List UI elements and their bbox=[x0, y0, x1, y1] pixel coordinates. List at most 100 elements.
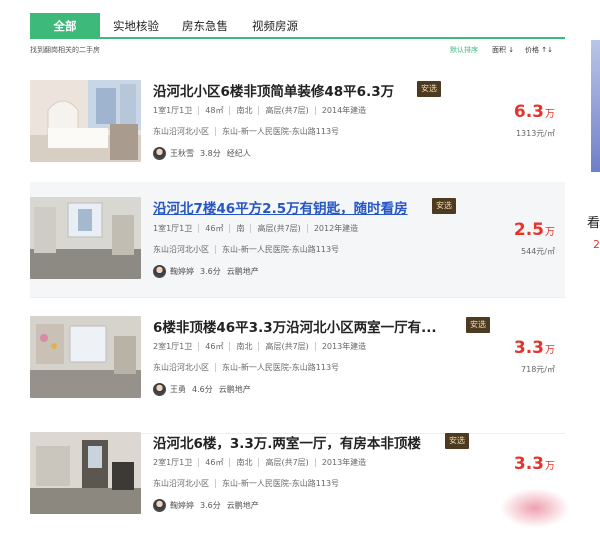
listing-specs: 1室1厅1卫 46㎡南高层(共7层) 2012年建造 bbox=[153, 224, 364, 233]
agent-name: 王勇 bbox=[170, 385, 186, 394]
avatar bbox=[153, 383, 166, 396]
listing-title[interactable]: 沿河北6楼，3.3万.两室一厅，有房本非顶楼 bbox=[153, 432, 421, 452]
price-value: 2.5 bbox=[513, 220, 544, 240]
avatar bbox=[153, 147, 166, 160]
anxuan-badge: 安选 bbox=[445, 433, 469, 449]
listing-address: 东山沿河北小区 东山-新一人民医院-东山路113号 bbox=[153, 127, 345, 136]
price-unit: 万 bbox=[545, 109, 555, 120]
tab-all[interactable]: 全部 bbox=[30, 13, 100, 39]
price-unit: 万 bbox=[545, 461, 555, 472]
spec-orientation: 南北 bbox=[229, 458, 258, 467]
spec-year: 2013年建造 bbox=[314, 342, 372, 351]
listing-item[interactable]: 6楼非顶楼46平3.3万沿河北小区两室一厅有... 安选 2室1厅1卫 46㎡ 南北… bbox=[30, 316, 565, 434]
results-summary: 找到翻岗相关的二手房 bbox=[30, 46, 100, 54]
sort-price[interactable]: 价格 ↑↓ bbox=[525, 45, 553, 55]
spec-layout: 2室1厅1卫 bbox=[153, 342, 193, 351]
street-address: 东山-新一人民医院-东山路113号 bbox=[215, 363, 345, 372]
total-price: 3.3万 bbox=[514, 338, 555, 358]
avatar bbox=[153, 499, 166, 512]
listing-photo[interactable] bbox=[30, 197, 141, 279]
tab-video[interactable]: 视频房源 bbox=[252, 13, 298, 39]
spec-area: 48㎡ bbox=[198, 106, 229, 115]
anxuan-badge: 安选 bbox=[417, 81, 441, 97]
avatar bbox=[153, 265, 166, 278]
listing-address: 东山沿河北小区 东山-新一人民医院-东山路113号 bbox=[153, 245, 345, 254]
community-name[interactable]: 东山沿河北小区 bbox=[153, 245, 215, 254]
tab-urgent-sale[interactable]: 房东急售 bbox=[182, 13, 228, 39]
spec-year: 2014年建造 bbox=[314, 106, 372, 115]
price-unit: 万 bbox=[545, 345, 555, 356]
street-address: 东山-新一人民医院-东山路113号 bbox=[215, 245, 345, 254]
spec-year: 2012年建造 bbox=[306, 224, 364, 233]
unit-price: 544元/㎡ bbox=[521, 247, 555, 256]
spec-layout: 1室1厅1卫 bbox=[153, 224, 193, 233]
community-name[interactable]: 东山沿河北小区 bbox=[153, 127, 215, 136]
agent-score: 4.6分 bbox=[192, 385, 213, 394]
unit-price: 718元/㎡ bbox=[521, 365, 555, 374]
agent-score: 3.6分 bbox=[200, 501, 221, 510]
spec-area: 46㎡ bbox=[198, 224, 229, 233]
spec-floor: 高层(共7层) bbox=[258, 342, 314, 351]
agent-name: 鞠婷婷 bbox=[170, 501, 194, 510]
listing-title[interactable]: 沿河北小区6楼非顶简单装修48平6.3万 bbox=[153, 80, 394, 100]
side-text: 看 bbox=[586, 216, 600, 231]
agent-info[interactable]: 鞠婷婷 3.6分 云鹏地产 bbox=[153, 499, 265, 513]
listing-photo[interactable] bbox=[30, 80, 141, 162]
watermark-blur bbox=[500, 488, 570, 528]
street-address: 东山-新一人民医院-东山路113号 bbox=[215, 127, 345, 136]
listing-photo[interactable] bbox=[30, 432, 141, 514]
results-bar: 找到翻岗相关的二手房 默认排序 面积 ↓ 价格 ↑↓ bbox=[30, 45, 565, 59]
spec-area: 46㎡ bbox=[198, 458, 229, 467]
listing-item[interactable]: 沿河北小区6楼非顶简单装修48平6.3万 安选 1室1厅1卫 48㎡ 南北 高层(共7… bbox=[30, 80, 565, 198]
listing-specs: 2室1厅1卫 46㎡ 南北 高层(共7层) 2013年建造 bbox=[153, 342, 372, 351]
agent-score: 3.8分 bbox=[200, 149, 221, 158]
anxuan-badge: 安选 bbox=[466, 317, 490, 333]
side-banner[interactable] bbox=[591, 40, 600, 172]
listing-specs: 1室1厅1卫 48㎡ 南北 高层(共7层) 2014年建造 bbox=[153, 106, 372, 115]
listing-item[interactable]: 沿河北7楼46平方2.5万有钥匙，随时看房 安选 1室1厅1卫 46㎡南高层(共7… bbox=[30, 182, 565, 298]
side-number: 2 bbox=[593, 238, 600, 251]
sort-area[interactable]: 面积 ↓ bbox=[492, 45, 514, 55]
spec-floor: 高层(共7层) bbox=[250, 224, 306, 233]
sort-default[interactable]: 默认排序 bbox=[450, 45, 478, 55]
agent-name: 鞠婷婷 bbox=[170, 267, 194, 276]
spec-layout: 2室1厅1卫 bbox=[153, 458, 193, 467]
listing-title[interactable]: 沿河北7楼46平方2.5万有钥匙，随时看房 bbox=[153, 197, 408, 217]
listing-title[interactable]: 6楼非顶楼46平3.3万沿河北小区两室一厅有... bbox=[153, 316, 436, 336]
price-value: 6.3 bbox=[513, 102, 544, 122]
spec-floor: 高层(共7层) bbox=[258, 106, 314, 115]
spec-floor: 高层(共7层) bbox=[258, 458, 314, 467]
spec-orientation: 南 bbox=[229, 224, 250, 233]
community-name[interactable]: 东山沿河北小区 bbox=[153, 363, 215, 372]
spec-year: 2013年建造 bbox=[314, 458, 372, 467]
total-price: 2.5万 bbox=[514, 220, 555, 240]
community-name[interactable]: 东山沿河北小区 bbox=[153, 479, 215, 488]
agent-score: 3.6分 bbox=[200, 267, 221, 276]
total-price: 3.3万 bbox=[514, 454, 555, 474]
street-address: 东山-新一人民医院-东山路113号 bbox=[215, 479, 345, 488]
spec-orientation: 南北 bbox=[229, 106, 258, 115]
agent-company: 云鹏地产 bbox=[226, 267, 259, 276]
unit-price: 1313元/㎡ bbox=[515, 129, 555, 138]
agent-company: 云鹏地产 bbox=[226, 501, 259, 510]
spec-orientation: 南北 bbox=[229, 342, 258, 351]
tab-bar: 全部 实地核验 房东急售 视频房源 bbox=[30, 13, 565, 39]
listing-address: 东山沿河北小区 东山-新一人民医院-东山路113号 bbox=[153, 363, 345, 372]
listing-photo[interactable] bbox=[30, 316, 141, 398]
price-unit: 万 bbox=[545, 227, 555, 238]
agent-name: 王秋雪 bbox=[170, 149, 194, 158]
price-value: 3.3 bbox=[513, 454, 544, 474]
listing-item[interactable]: 沿河北6楼，3.3万.两室一厅，有房本非顶楼 安选 2室1厅1卫 46㎡ 南北 高层(… bbox=[30, 432, 565, 539]
price-value: 3.3 bbox=[513, 338, 544, 358]
agent-info[interactable]: 王秋雪 3.8分 经纪人 bbox=[153, 147, 257, 161]
total-price: 6.3万 bbox=[514, 102, 555, 122]
anxuan-badge: 安选 bbox=[432, 198, 456, 214]
agent-company: 云鹏地产 bbox=[218, 385, 251, 394]
spec-area: 46㎡ bbox=[198, 342, 229, 351]
agent-info[interactable]: 鞠婷婷 3.6分 云鹏地产 bbox=[153, 265, 265, 279]
listing-address: 东山沿河北小区 东山-新一人民医院-东山路113号 bbox=[153, 479, 345, 488]
agent-company: 经纪人 bbox=[226, 149, 251, 158]
agent-info[interactable]: 王勇 4.6分 云鹏地产 bbox=[153, 383, 257, 397]
tab-verified[interactable]: 实地核验 bbox=[113, 13, 159, 39]
spec-layout: 1室1厅1卫 bbox=[153, 106, 193, 115]
